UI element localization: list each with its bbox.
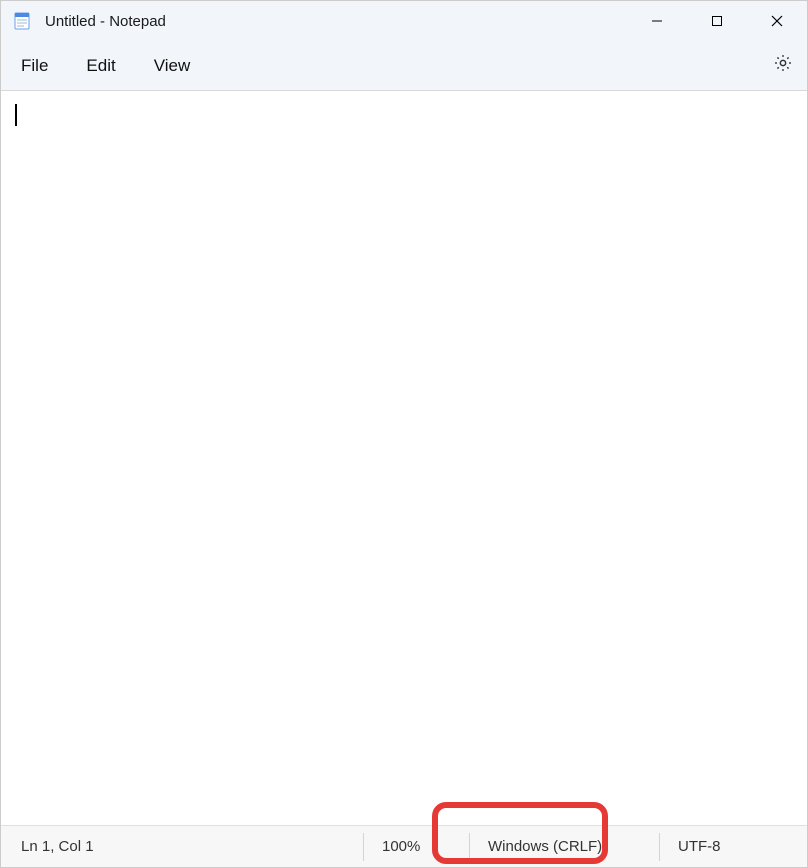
menu-bar: File Edit View (1, 41, 807, 91)
notepad-app-icon (13, 12, 31, 30)
menu-edit[interactable]: Edit (72, 48, 129, 84)
status-cursor-position: Ln 1, Col 1 (1, 833, 363, 861)
title-bar: Untitled - Notepad (1, 1, 807, 41)
notepad-window: Untitled - Notepad File Edit View (0, 0, 808, 868)
maximize-button[interactable] (687, 1, 747, 41)
text-caret (15, 104, 17, 126)
minimize-button[interactable] (627, 1, 687, 41)
gear-icon (773, 53, 793, 78)
text-editor[interactable] (1, 91, 807, 825)
menu-file[interactable]: File (7, 48, 62, 84)
close-button[interactable] (747, 1, 807, 41)
status-line-ending: Windows (CRLF) (469, 833, 659, 861)
status-encoding: UTF-8 (659, 833, 807, 861)
window-controls (627, 1, 807, 41)
window-title: Untitled - Notepad (45, 13, 627, 30)
menu-view[interactable]: View (140, 48, 205, 84)
status-bar: Ln 1, Col 1 100% Windows (CRLF) UTF-8 (1, 825, 807, 867)
status-zoom[interactable]: 100% (363, 833, 469, 861)
settings-button[interactable] (765, 45, 801, 86)
